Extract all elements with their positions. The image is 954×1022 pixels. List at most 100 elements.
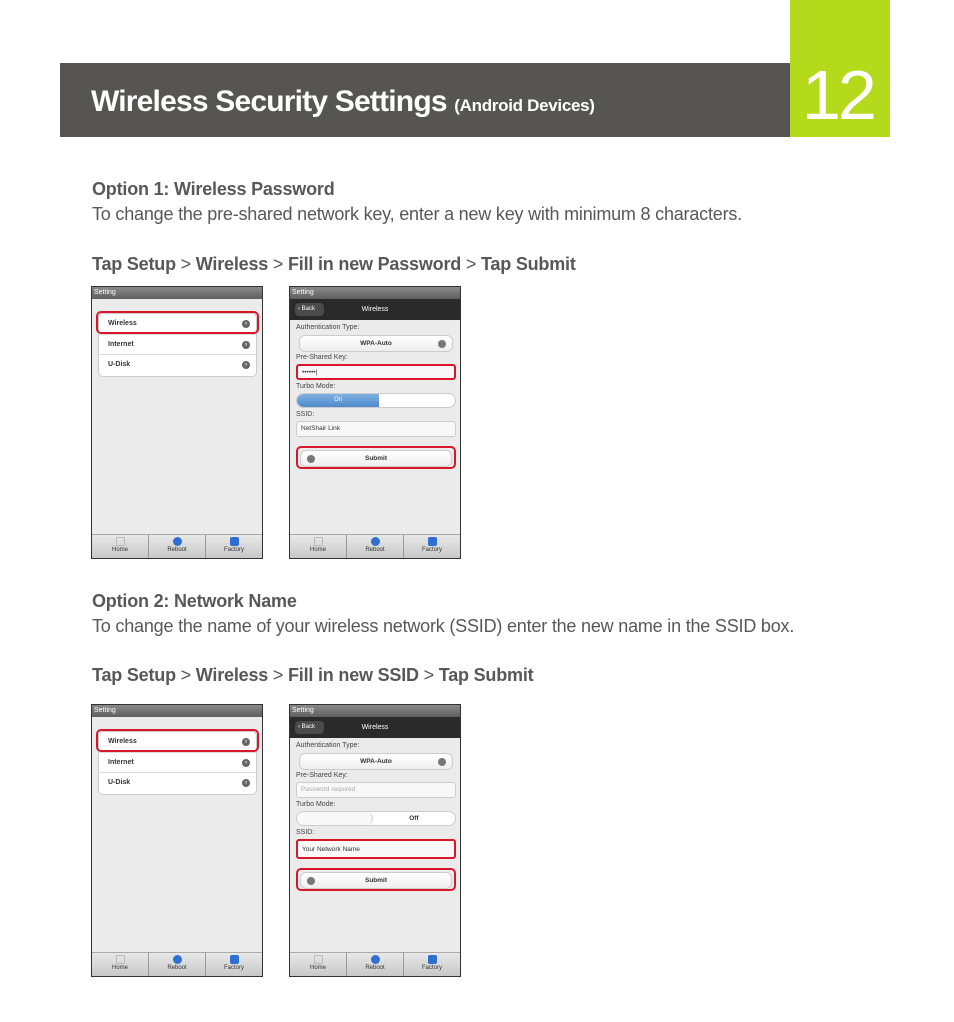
page-number-box: 12 xyxy=(790,0,890,137)
turbo-label: Turbo Mode: xyxy=(296,383,336,390)
psk-input[interactable]: Password required xyxy=(296,782,456,798)
nav-title: Wireless xyxy=(361,724,389,731)
tab-factory[interactable]: Factory xyxy=(206,953,262,976)
tab-reboot[interactable]: Reboot xyxy=(149,953,206,976)
settings-menu: Wireless › Internet › U-Disk › xyxy=(96,729,259,795)
tab-factory[interactable]: Factory xyxy=(206,535,262,558)
home-icon xyxy=(313,537,323,546)
home-icon xyxy=(115,955,125,964)
turbo-label: Turbo Mode: xyxy=(296,801,336,808)
nav-bar: ‹ Back Wireless xyxy=(290,299,460,320)
auth-type-label: Authentication Type: xyxy=(296,742,360,749)
ssid-label: SSID: xyxy=(296,829,315,836)
factory-icon xyxy=(427,955,437,964)
reboot-icon xyxy=(370,955,380,964)
step-label: Tap Submit xyxy=(438,665,534,685)
chevron-right-icon: › xyxy=(242,340,250,349)
status-bar: Setting xyxy=(290,287,460,299)
settings-menu: Wireless › Internet › U-Disk › xyxy=(96,311,259,377)
check-icon xyxy=(307,455,315,463)
auth-type-label: Authentication Type: xyxy=(296,324,360,331)
option1-description: To change the pre-shared network key, en… xyxy=(92,204,742,224)
wireless-form: Authentication Type: WPA-Auto Pre-Shared… xyxy=(296,741,456,891)
option2-title: Option 2: Network Name xyxy=(92,591,297,611)
bottom-tab-bar: Home Reboot Factory xyxy=(92,534,262,558)
nav-title: Wireless xyxy=(361,306,389,313)
step-label: Tap Setup xyxy=(92,665,176,685)
chevron-down-icon xyxy=(438,758,446,766)
tab-reboot[interactable]: Reboot xyxy=(149,535,206,558)
step-separator: > xyxy=(268,665,288,685)
page-number: 12 xyxy=(802,56,877,134)
tab-home[interactable]: Home xyxy=(92,953,149,976)
factory-icon xyxy=(427,537,437,546)
menu-item-internet[interactable]: Internet › xyxy=(99,335,256,355)
page-title: Wireless Security Settings (Android Devi… xyxy=(91,85,595,118)
check-icon xyxy=(307,877,315,885)
home-icon xyxy=(313,955,323,964)
screenshot-wireless-password: Setting ‹ Back Wireless Authentication T… xyxy=(289,286,461,559)
menu-item-wireless[interactable]: Wireless › xyxy=(96,729,259,753)
menu-item-u-disk[interactable]: U-Disk › xyxy=(99,773,256,794)
wireless-form: Authentication Type: WPA-Auto Pre-Shared… xyxy=(296,323,456,469)
psk-label: Pre-Shared Key: xyxy=(296,772,348,779)
bottom-tab-bar: Home Reboot Factory xyxy=(92,952,262,976)
toggle-knob xyxy=(297,812,373,825)
tab-home[interactable]: Home xyxy=(290,953,347,976)
tab-home[interactable]: Home xyxy=(290,535,347,558)
reboot-icon xyxy=(172,955,182,964)
status-bar: Setting xyxy=(290,705,460,717)
turbo-toggle[interactable]: On xyxy=(296,393,456,408)
option1-title: Option 1: Wireless Password xyxy=(92,179,335,199)
tab-reboot[interactable]: Reboot xyxy=(347,535,404,558)
menu-item-internet[interactable]: Internet › xyxy=(99,753,256,773)
tab-factory[interactable]: Factory xyxy=(404,953,460,976)
step-label: Wireless xyxy=(195,254,269,274)
chevron-right-icon: › xyxy=(242,779,250,787)
factory-icon xyxy=(229,955,239,964)
step-separator: > xyxy=(418,665,439,685)
ssid-input[interactable]: Your Network Name xyxy=(296,839,456,859)
tab-home[interactable]: Home xyxy=(92,535,149,558)
home-icon xyxy=(115,537,125,546)
step-separator: > xyxy=(268,254,288,274)
tab-reboot[interactable]: Reboot xyxy=(347,953,404,976)
step-label: Tap Submit xyxy=(480,254,576,274)
submit-button[interactable]: Submit xyxy=(300,872,452,889)
step-separator: > xyxy=(175,665,196,685)
nav-bar: ‹ Back Wireless xyxy=(290,717,460,738)
highlight-box xyxy=(96,311,259,334)
option1-steps: Tap Setup > Wireless > Fill in new Passw… xyxy=(92,254,576,275)
screenshot-setting-menu-1: Setting Wireless › Internet › U-Disk › Home… xyxy=(91,286,263,559)
header-bar: Wireless Security Settings (Android Devi… xyxy=(60,63,790,137)
reboot-icon xyxy=(370,537,380,546)
step-label: Fill in new SSID xyxy=(288,665,419,685)
factory-icon xyxy=(229,537,239,546)
psk-input[interactable]: ••••••| xyxy=(296,364,456,380)
menu-item-u-disk[interactable]: U-Disk › xyxy=(99,355,256,376)
step-separator: > xyxy=(175,254,196,274)
menu-item-wireless[interactable]: Wireless › xyxy=(96,311,259,335)
toggle-off: Off xyxy=(409,815,419,822)
auth-type-select[interactable]: WPA-Auto xyxy=(299,335,453,352)
screenshot-setting-menu-2: Setting Wireless › Internet › U-Disk › Home… xyxy=(91,704,263,977)
chevron-down-icon xyxy=(438,340,446,348)
submit-button[interactable]: Submit xyxy=(300,450,452,467)
submit-highlight: Submit xyxy=(296,446,456,469)
ssid-label: SSID: xyxy=(296,411,315,418)
bottom-tab-bar: Home Reboot Factory xyxy=(290,534,460,558)
auth-type-select[interactable]: WPA-Auto xyxy=(299,753,453,770)
screenshot-wireless-ssid: Setting ‹ Back Wireless Authentication T… xyxy=(289,704,461,977)
step-separator: > xyxy=(461,254,481,274)
step-label: Wireless xyxy=(195,665,269,685)
chevron-right-icon: › xyxy=(242,758,250,767)
turbo-toggle[interactable]: Off xyxy=(296,811,456,826)
chevron-right-icon: › xyxy=(242,361,250,369)
page-subtitle: (Android Devices) xyxy=(454,96,595,115)
psk-label: Pre-Shared Key: xyxy=(296,354,348,361)
ssid-input[interactable]: NetShair Link xyxy=(296,421,456,437)
status-bar: Setting xyxy=(92,287,262,299)
bottom-tab-bar: Home Reboot Factory xyxy=(290,952,460,976)
submit-highlight: Submit xyxy=(296,868,456,891)
tab-factory[interactable]: Factory xyxy=(404,535,460,558)
